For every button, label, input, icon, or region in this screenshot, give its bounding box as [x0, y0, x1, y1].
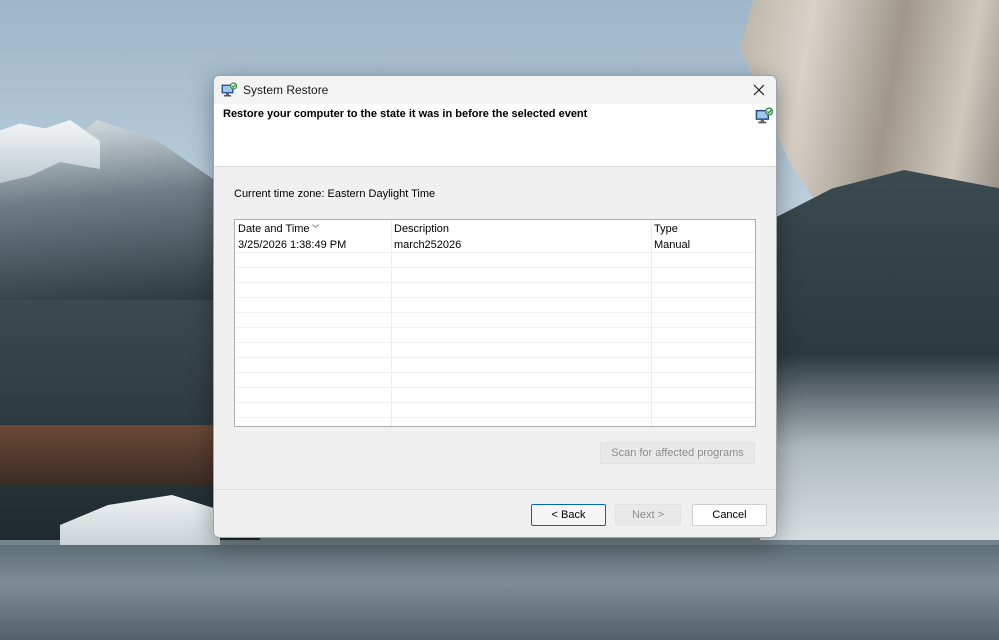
table-row[interactable]: 3/25/2026 1:38:49 PM march252026 Manual	[235, 238, 755, 253]
title-bar[interactable]: System Restore	[214, 76, 776, 104]
close-button[interactable]	[742, 76, 776, 104]
system-restore-icon	[755, 107, 774, 125]
header-date-and-time[interactable]: Date and Time	[238, 223, 319, 235]
empty-row	[235, 268, 755, 283]
empty-row	[235, 298, 755, 313]
close-icon	[753, 84, 765, 96]
footer-divider	[214, 489, 776, 490]
wallpaper-forest-right	[760, 170, 999, 540]
window-title: System Restore	[243, 83, 329, 97]
system-restore-icon	[221, 82, 238, 98]
header-date-label: Date and Time	[238, 223, 310, 235]
row-type: Manual	[654, 239, 691, 251]
empty-row	[235, 358, 755, 373]
header-type[interactable]: Type	[654, 223, 678, 235]
header-instruction: Restore your computer to the state it wa…	[223, 108, 588, 120]
header-description[interactable]: Description	[394, 223, 449, 235]
next-button[interactable]: Next >	[615, 504, 681, 526]
cancel-button[interactable]: Cancel	[692, 504, 767, 526]
dialog-header: Restore your computer to the state it wa…	[214, 104, 776, 167]
empty-row	[235, 388, 755, 403]
empty-row	[235, 253, 755, 268]
row-description: march252026	[394, 239, 462, 251]
empty-row	[235, 373, 755, 388]
restore-point-list[interactable]: Date and Time Description Type 3/25/2026…	[234, 219, 756, 427]
empty-row	[235, 283, 755, 298]
scan-affected-programs-button[interactable]: Scan for affected programs	[600, 442, 755, 464]
back-button[interactable]: < Back	[531, 504, 606, 526]
empty-row	[235, 343, 755, 358]
wallpaper-lake	[0, 545, 999, 640]
wallpaper-autumn-trees	[0, 425, 230, 485]
empty-row	[235, 403, 755, 418]
empty-row	[235, 328, 755, 343]
chevron-down-icon	[312, 224, 319, 229]
timezone-label: Current time zone: Eastern Daylight Time	[234, 188, 436, 200]
row-date: 3/25/2026 1:38:49 PM	[238, 239, 347, 251]
empty-row	[235, 313, 755, 328]
system-restore-dialog: System Restore Restore your computer to …	[213, 75, 777, 538]
